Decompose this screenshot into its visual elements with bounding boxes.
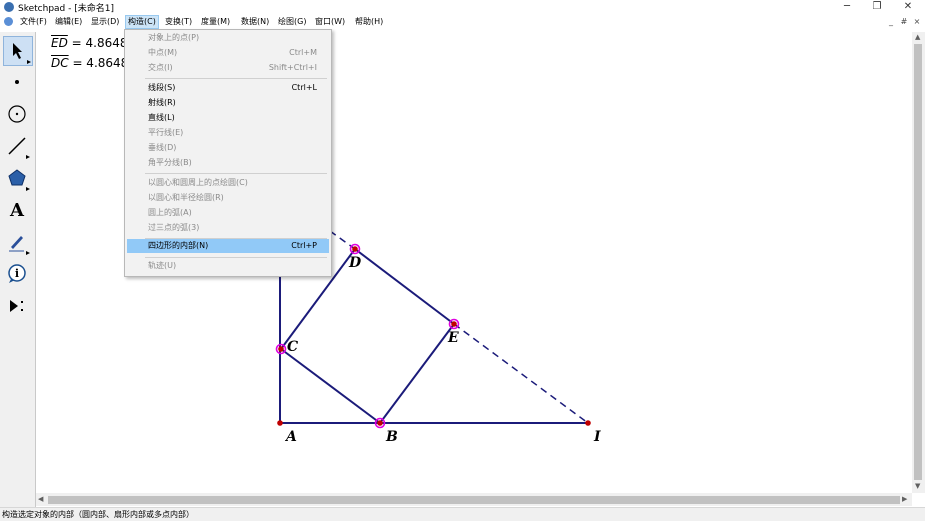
vertical-scrollbar[interactable]: ▲ ▼ — [912, 32, 925, 493]
title-bar: Sketchpad - [未命名1] ─ ❐ ✕ — [0, 0, 925, 15]
scroll-right-icon[interactable]: ▶ — [902, 495, 907, 503]
menu-measure[interactable]: 度量(M) — [199, 16, 232, 28]
status-bar: 构造选定对象的内部（圆内部、扇形内部或多点内部） — [0, 507, 925, 521]
scroll-left-icon[interactable]: ◀ — [38, 495, 43, 503]
construct-dropdown-menu: 对象上的点(P) 中点(M) Ctrl+M 交点(I) Shift+Ctrl+I 线… — [124, 29, 332, 277]
circle-icon — [8, 105, 26, 123]
minimize-button[interactable]: ─ — [832, 0, 862, 15]
segment-name: DC — [51, 56, 69, 70]
menu-item-locus[interactable]: 轨迹(U) — [127, 259, 329, 273]
menu-item-line[interactable]: 直线(L) — [127, 111, 329, 125]
horizontal-scrollbar[interactable]: ◀ ▶ — [36, 493, 912, 506]
svg-text:i: i — [15, 267, 19, 280]
restore-button[interactable]: ❐ — [862, 0, 892, 15]
menu-help[interactable]: 帮助(H) — [353, 16, 385, 28]
selection-arrow-tool[interactable] — [3, 36, 33, 66]
text-tool[interactable]: A — [3, 196, 31, 224]
pentagon-icon — [8, 169, 26, 186]
letter-a-icon: A — [10, 199, 24, 221]
window-title: Sketchpad - [未命名1] — [18, 4, 114, 14]
menu-graph[interactable]: 绘图(G) — [276, 16, 308, 28]
vertical-scroll-thumb[interactable] — [914, 44, 922, 480]
menu-separator — [145, 173, 327, 174]
horizontal-scroll-thumb[interactable] — [48, 496, 900, 504]
info-icon: i — [8, 264, 26, 283]
menu-window[interactable]: 窗口(W) — [313, 16, 347, 28]
menu-item-arc-on-circle[interactable]: 圆上的弧(A) — [127, 206, 329, 220]
menu-display[interactable]: 显示(D) — [89, 16, 121, 28]
pen-icon — [9, 236, 24, 252]
information-tool[interactable]: i — [3, 260, 31, 288]
menu-bar: 文件(F) 编辑(E) 显示(D) 构造(C) 变换(T) 度量(M) 数据(N… — [0, 15, 925, 29]
polygon-tool[interactable] — [3, 164, 31, 192]
toolbox: A i — [0, 32, 36, 512]
point-icon — [15, 80, 19, 84]
document-icon[interactable] — [4, 17, 13, 26]
sketchpad-app-icon — [4, 2, 14, 12]
menu-separator — [145, 257, 327, 258]
menu-item-circle-by-center-radius[interactable]: 以圆心和半径绘圆(R) — [127, 191, 329, 205]
status-text: 构造选定对象的内部（圆内部、扇形内部或多点内部） — [2, 510, 194, 519]
marker-tool[interactable] — [3, 228, 31, 256]
menu-item-circle-by-center-point[interactable]: 以圆心和圆周上的点绘圆(C) — [127, 176, 329, 190]
custom-tool[interactable] — [3, 292, 31, 320]
close-button[interactable]: ✕ — [893, 0, 923, 15]
menu-item-quadrilateral-interior[interactable]: 四边形的内部(N) Ctrl+P — [127, 239, 329, 253]
menu-data[interactable]: 数据(N) — [239, 16, 271, 28]
segment-name: ED — [51, 36, 68, 50]
play-menu-icon — [10, 300, 23, 312]
straightedge-tool[interactable] — [3, 132, 31, 160]
arrow-cursor-icon — [13, 43, 22, 59]
menu-construct[interactable]: 构造(C) — [125, 15, 159, 29]
menu-edit[interactable]: 编辑(E) — [53, 16, 84, 28]
menu-separator — [145, 78, 327, 79]
menu-item-segment[interactable]: 线段(S) Ctrl+L — [127, 81, 329, 95]
menu-file[interactable]: 文件(F) — [18, 16, 49, 28]
menu-item-angle-bisector[interactable]: 角平分线(B) — [127, 156, 329, 170]
menu-item-parallel-line[interactable]: 平行线(E) — [127, 126, 329, 140]
menu-item-arc-through-three-points[interactable]: 过三点的弧(3) — [127, 221, 329, 235]
measurement-ed[interactable]: ED = 4.86486 — [51, 36, 135, 50]
menu-item-midpoint[interactable]: 中点(M) Ctrl+M — [127, 46, 329, 60]
document-restore-button[interactable]: # — [898, 17, 910, 28]
menu-transform[interactable]: 变换(T) — [163, 16, 194, 28]
point-tool[interactable] — [3, 68, 31, 96]
menu-item-intersection[interactable]: 交点(I) Shift+Ctrl+I — [127, 61, 329, 75]
menu-item-perpendicular-line[interactable]: 垂线(D) — [127, 141, 329, 155]
scroll-down-icon[interactable]: ▼ — [915, 482, 920, 490]
document-close-button[interactable]: × — [911, 17, 923, 28]
menu-item-ray[interactable]: 射线(R) — [127, 96, 329, 110]
line-segment-icon — [8, 137, 26, 155]
menu-item-point-on-object[interactable]: 对象上的点(P) — [127, 31, 329, 45]
compass-tool[interactable] — [3, 100, 31, 128]
document-minimize-button[interactable]: _ — [885, 17, 897, 28]
scroll-up-icon[interactable]: ▲ — [915, 33, 920, 41]
